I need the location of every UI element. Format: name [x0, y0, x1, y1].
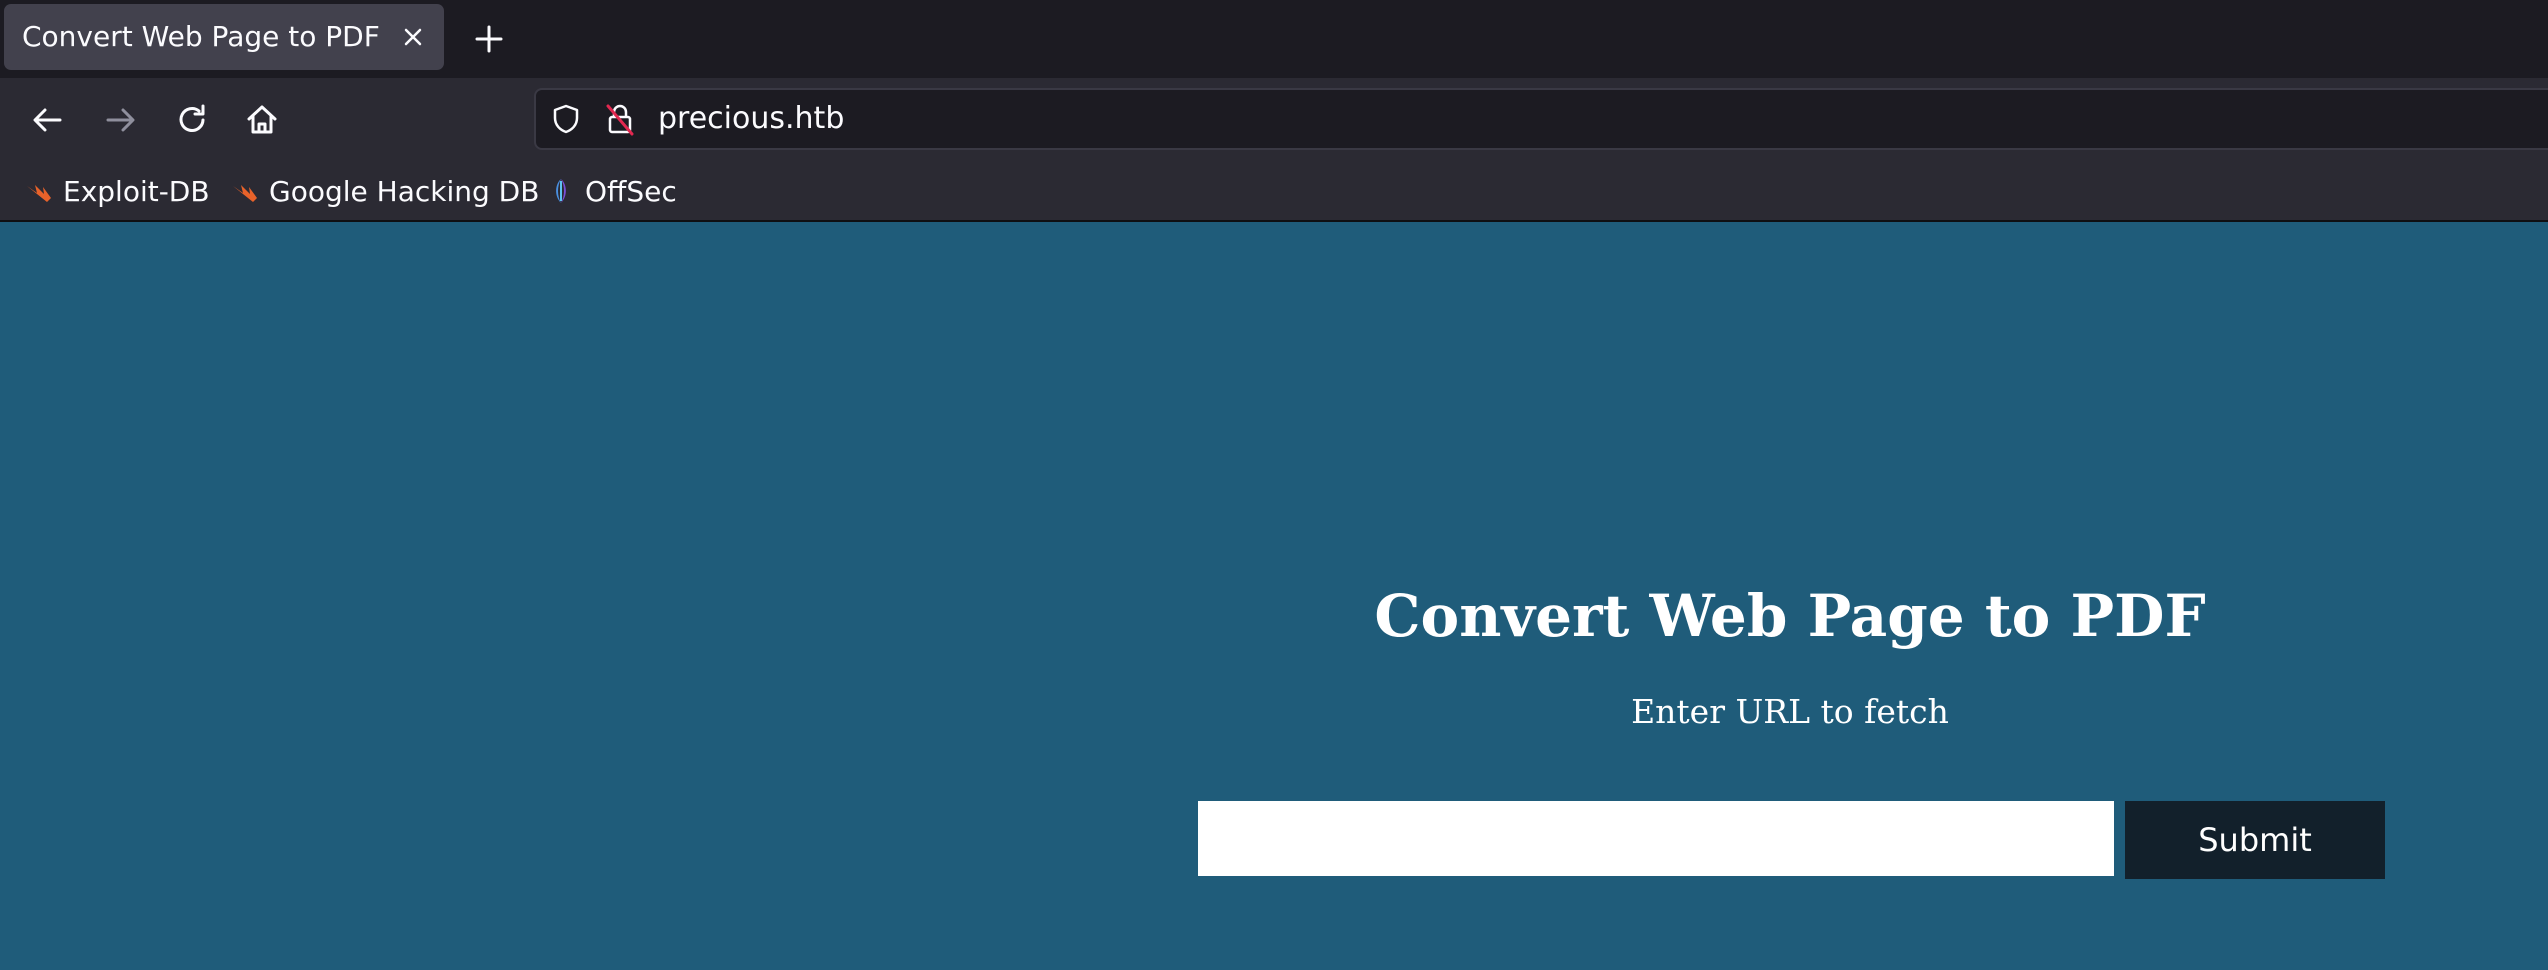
submit-button[interactable]: Submit	[2125, 801, 2385, 879]
tab-active[interactable]: Convert Web Page to PDF	[4, 4, 444, 70]
bookmark-label: OffSec	[585, 174, 677, 208]
exploitdb-icon	[27, 185, 51, 202]
page-title: Convert Web Page to PDF	[1374, 582, 2206, 650]
arrow-left-icon[interactable]	[26, 98, 70, 142]
url-input[interactable]	[1198, 801, 2114, 876]
nav-bar: precious.htb	[0, 78, 2548, 162]
plus-icon[interactable]	[466, 16, 512, 62]
bookmark-google-hacking-db[interactable]: Google Hacking DB	[230, 162, 539, 220]
bookmark-label: Exploit-DB	[63, 174, 210, 208]
offsec-icon	[556, 179, 566, 203]
shield-icon[interactable]	[548, 101, 584, 137]
url-bar[interactable]: precious.htb	[534, 88, 2548, 150]
bookmarks-bar: Exploit-DB Google Hacking DB OffSec	[0, 162, 2548, 222]
bookmark-label: Google Hacking DB	[269, 174, 540, 208]
ghdb-icon	[233, 185, 257, 202]
tab-bar: Convert Web Page to PDF	[0, 0, 2548, 78]
bookmark-offsec[interactable]: OffSec	[546, 162, 677, 220]
insecure-lock-icon[interactable]	[602, 101, 638, 137]
tab-title: Convert Web Page to PDF	[22, 20, 380, 53]
close-icon[interactable]	[394, 18, 432, 56]
arrow-right-icon[interactable]	[98, 98, 142, 142]
home-icon[interactable]	[240, 98, 284, 142]
url-text[interactable]: precious.htb	[658, 90, 844, 148]
page-subtext: Enter URL to fetch	[1631, 692, 1949, 731]
reload-icon[interactable]	[170, 98, 214, 142]
bookmark-exploit-db[interactable]: Exploit-DB	[24, 162, 210, 220]
